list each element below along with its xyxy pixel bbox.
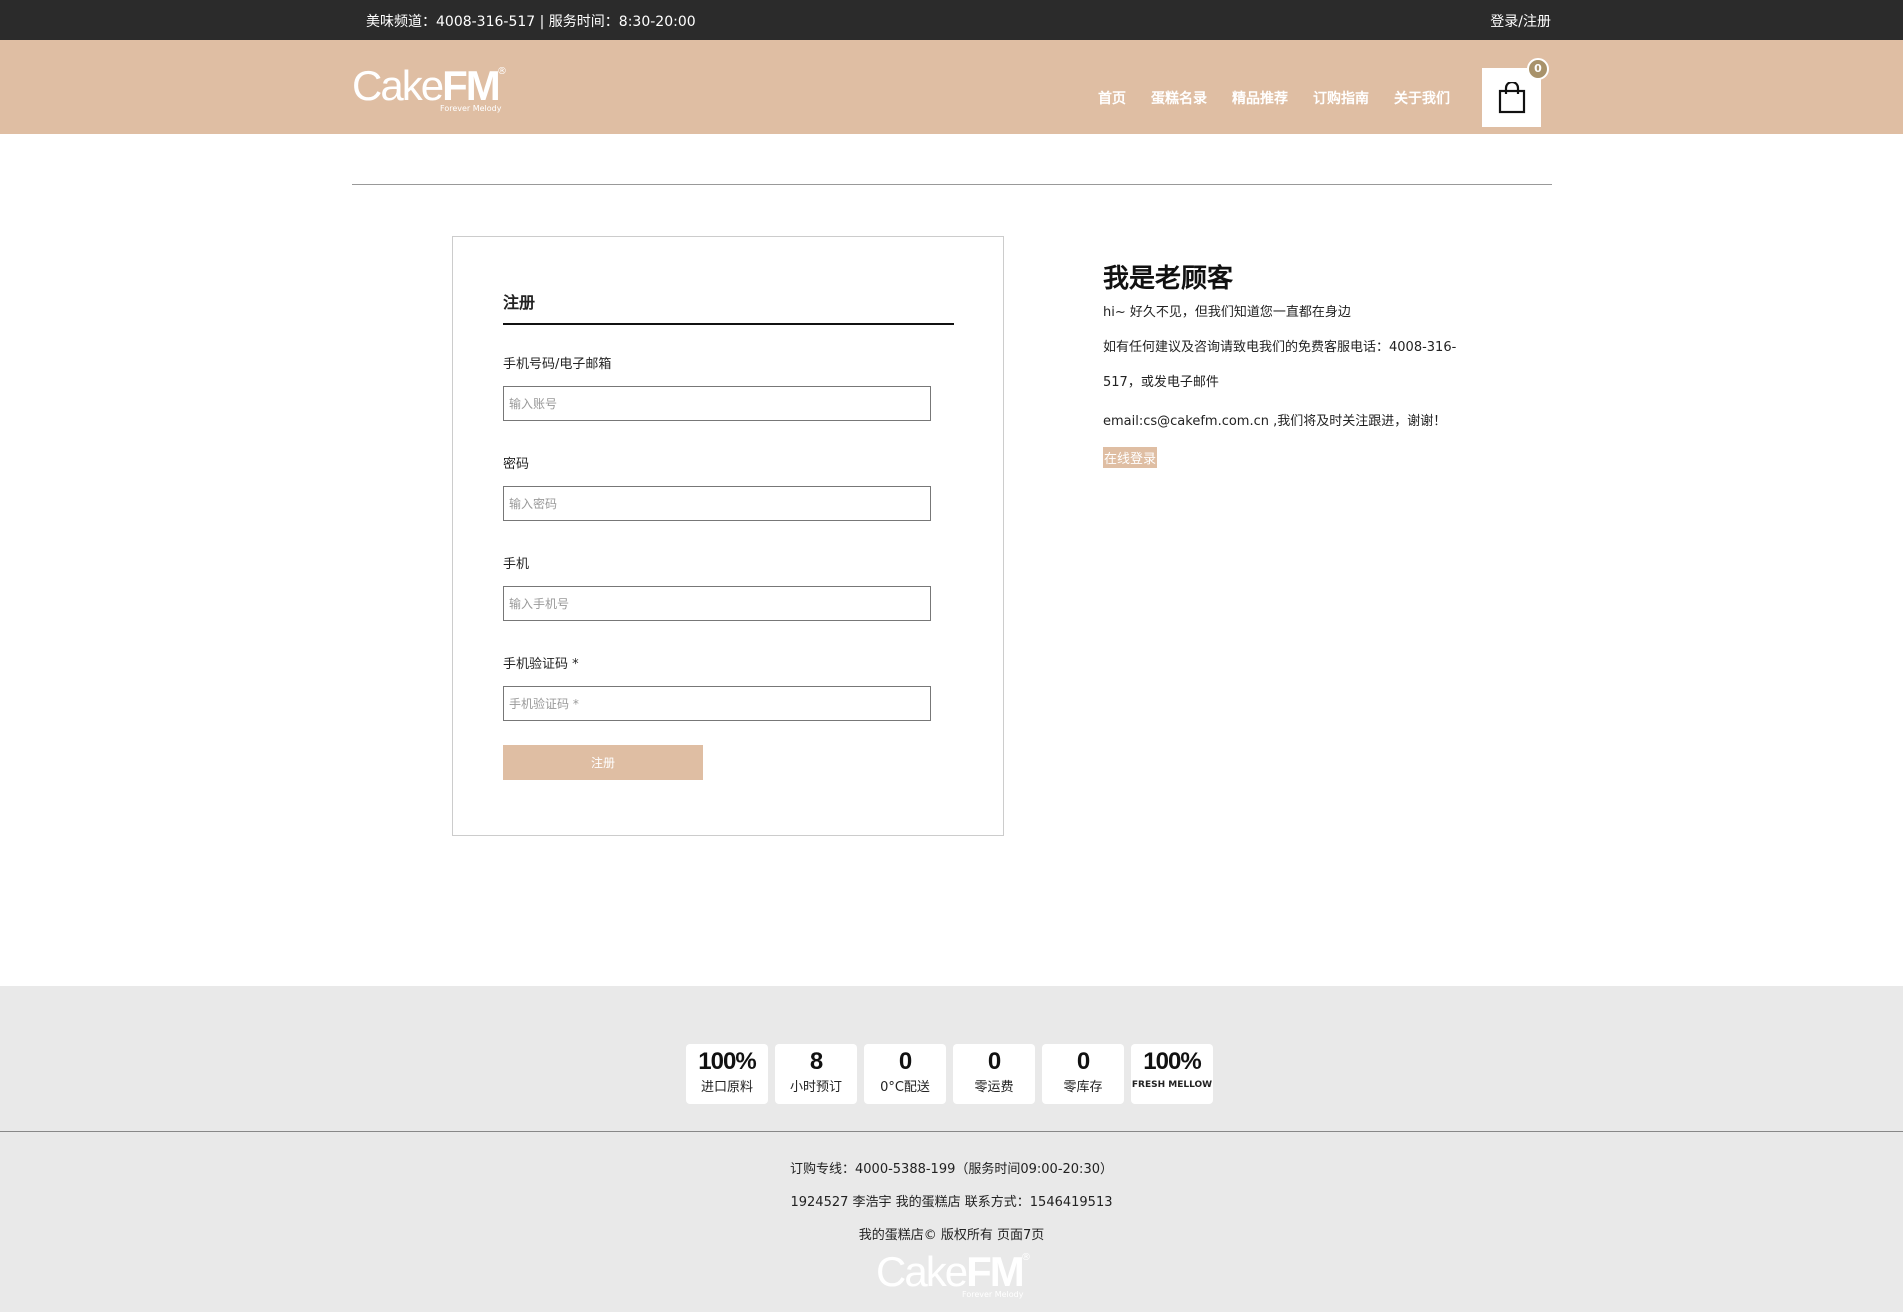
- shopping-bag-icon: [1498, 82, 1526, 114]
- logo[interactable]: CakeFM ® Forever Melody: [352, 64, 512, 114]
- sms-code-input[interactable]: [503, 686, 931, 721]
- badge-label: 零运费: [974, 1080, 1014, 1095]
- logo-tagline: Forever Melody: [440, 104, 502, 113]
- account-label: 手机号码/电子邮箱: [503, 357, 612, 372]
- logo-registered-mark: ®: [497, 66, 507, 77]
- logo-word-bold: FM: [442, 62, 501, 109]
- badge-label: 进口原料: [700, 1080, 753, 1095]
- badge-fresh: 100% FRESH MELLOW: [1131, 1044, 1213, 1104]
- badge-shipping: 0 零运费: [953, 1044, 1035, 1104]
- greeting-text: hi~ 好久不见，但我们知道您一直都在身边: [1103, 305, 1351, 320]
- form-title-underline: [503, 323, 954, 325]
- footer-info: 1924527 李浩宇 我的蛋糕店 联系方式：1546419513: [790, 1195, 1113, 1210]
- returning-customer-panel: 我是老顾客 hi~ 好久不见，但我们知道您一直都在身边 如有任何建议及咨询请致电…: [1103, 258, 1463, 468]
- footer: 100% 进口原料 8 小时预订 0 0°C配送 0 零运费 0 零库存 100…: [0, 986, 1903, 1312]
- footer-logo: CakeFM ® Forever Melody: [876, 1250, 1036, 1300]
- top-bar: 美味频道：4008-316-517 | 服务时间：8:30-20:00 登录/注…: [0, 0, 1903, 40]
- badge-label: 小时预订: [789, 1080, 842, 1095]
- returning-customer-title: 我是老顾客: [1103, 264, 1234, 294]
- nav-featured[interactable]: 精品推荐: [1232, 88, 1288, 108]
- nav-cake-list[interactable]: 蛋糕名录: [1151, 88, 1207, 108]
- logo-tagline: Forever Melody: [962, 1290, 1024, 1299]
- logo-word-bold: FM: [966, 1248, 1025, 1295]
- cart-button[interactable]: 0: [1482, 58, 1549, 127]
- badge-preorder: 8 小时预订: [775, 1044, 857, 1104]
- badge-number: 0: [898, 1048, 912, 1075]
- logo-registered-mark: ®: [1021, 1252, 1031, 1263]
- badge-number: 0: [987, 1048, 1001, 1075]
- badge-label: 0°C配送: [880, 1080, 930, 1095]
- hotline-text: 美味频道：4008-316-517 | 服务时间：8:30-20:00: [366, 14, 696, 30]
- badge-imported: 100% 进口原料: [686, 1044, 768, 1104]
- badge-delivery: 0 0°C配送: [864, 1044, 946, 1104]
- online-login-link[interactable]: 在线登录: [1103, 447, 1158, 468]
- account-input[interactable]: [503, 386, 931, 421]
- footer-copyright: 我的蛋糕店© 版权所有 页面7页: [858, 1228, 1045, 1243]
- cart-count-badge: 0: [1527, 58, 1549, 80]
- badge-number: 100%: [698, 1048, 756, 1075]
- header: [0, 40, 1903, 134]
- main-nav: 首页 蛋糕名录 精品推荐 订购指南 关于我们: [1098, 88, 1475, 108]
- footer-divider: [0, 1131, 1903, 1132]
- badge-number: 100%: [1143, 1048, 1201, 1075]
- register-form: 注册 手机号码/电子邮箱 密码 手机 手机验证码 * 注册: [452, 236, 1004, 836]
- badge-number: 0: [1076, 1048, 1090, 1075]
- login-register-link[interactable]: 登录/注册: [1490, 11, 1551, 31]
- form-title: 注册: [503, 293, 536, 312]
- password-label: 密码: [503, 457, 530, 472]
- register-button[interactable]: 注册: [503, 745, 703, 780]
- badge-label: 零库存: [1063, 1080, 1103, 1095]
- content-divider: [352, 184, 1552, 185]
- email-text: email:cs@cakefm.com.cn ,我们将及时关注跟进，谢谢！: [1103, 414, 1447, 429]
- badge-inventory: 0 零库存: [1042, 1044, 1124, 1104]
- contact-text: 如有任何建议及咨询请致电我们的免费客服电话：4008-316-517，或发电子邮…: [1103, 340, 1457, 390]
- nav-home[interactable]: 首页: [1098, 88, 1126, 108]
- badge-label: FRESH MELLOW: [1131, 1080, 1213, 1090]
- password-input[interactable]: [503, 486, 931, 521]
- footer-hotline: 订购专线：4000-5388-199（服务时间09:00-20:30）: [790, 1162, 1113, 1177]
- logo-word-light: Cake: [352, 62, 444, 109]
- badge-number: 8: [809, 1048, 823, 1075]
- sms-code-label: 手机验证码 *: [503, 657, 579, 672]
- phone-input[interactable]: [503, 586, 931, 621]
- logo-word-light: Cake: [876, 1248, 968, 1295]
- feature-badges: 100% 进口原料 8 小时预订 0 0°C配送 0 零运费 0 零库存 100…: [686, 1044, 1213, 1104]
- nav-about[interactable]: 关于我们: [1394, 88, 1450, 108]
- nav-order-guide[interactable]: 订购指南: [1313, 88, 1369, 108]
- phone-label: 手机: [503, 557, 530, 572]
